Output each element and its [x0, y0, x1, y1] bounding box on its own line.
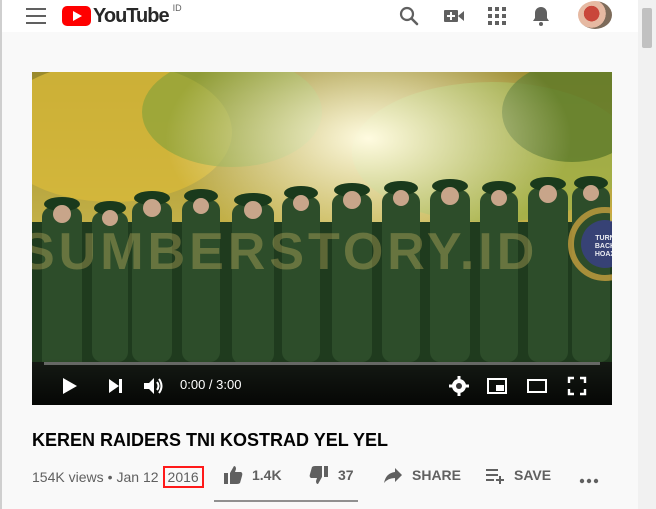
save-playlist-icon	[486, 469, 504, 484]
save-label: SAVE	[514, 467, 552, 483]
upload-year-highlighted: 2016	[162, 466, 204, 488]
like-ratio-bar	[214, 500, 358, 502]
miniplayer-icon[interactable]	[486, 375, 508, 397]
svg-text:BACK: BACK	[595, 243, 612, 250]
country-code: ID	[172, 3, 182, 13]
youtube-window: YouTube ID SUMBERSTORY.ID TURN BACK HOAX…	[0, 0, 656, 509]
volume-icon[interactable]	[142, 375, 164, 397]
turn-back-hoax-seal-logo: TURN BACK HOAX	[568, 207, 612, 281]
next-icon[interactable]	[104, 375, 126, 397]
svg-text:HOAX: HOAX	[595, 251, 612, 258]
fullscreen-icon[interactable]	[566, 375, 588, 397]
meta-separator: •	[107, 469, 113, 485]
like-count: 1.4K	[252, 467, 282, 483]
theater-mode-icon[interactable]	[526, 375, 548, 397]
apps-grid-icon[interactable]	[485, 4, 509, 28]
scrollbar[interactable]	[638, 0, 656, 509]
video-player[interactable]: SUMBERSTORY.ID TURN BACK HOAX 0:00 / 3:0…	[32, 72, 612, 405]
youtube-play-logo-icon	[62, 6, 91, 26]
save-button[interactable]: SAVE	[484, 464, 551, 486]
create-video-icon[interactable]	[442, 4, 466, 28]
like-ratio-fill	[214, 500, 321, 502]
play-icon[interactable]	[58, 375, 80, 397]
thumbs-down-icon	[309, 466, 328, 484]
more-actions-icon[interactable]	[578, 470, 600, 492]
settings-gear-icon[interactable]	[448, 375, 470, 397]
dislike-button[interactable]: 37	[308, 464, 354, 486]
progress-bar[interactable]	[44, 362, 600, 365]
svg-text:TURN: TURN	[595, 235, 612, 242]
avatar[interactable]	[578, 1, 612, 29]
video-meta: 154K views • Jan 12 2016	[32, 466, 204, 488]
youtube-logo[interactable]: YouTube ID	[62, 3, 182, 28]
logo-text: YouTube	[93, 4, 170, 27]
share-arrow-icon	[384, 468, 402, 483]
scrollbar-thumb[interactable]	[642, 8, 652, 48]
share-button[interactable]: SHARE	[382, 464, 461, 486]
menu-icon[interactable]	[26, 8, 46, 24]
view-count: 154K views	[32, 469, 104, 485]
thumbs-up-icon	[224, 466, 243, 484]
watermark-text: SUMBERSTORY.ID	[32, 223, 539, 281]
share-label: SHARE	[412, 467, 462, 483]
video-title: KEREN RAIDERS TNI KOSTRAD YEL YEL	[32, 430, 389, 450]
dislike-count: 37	[338, 467, 354, 483]
top-bar: YouTube ID	[2, 0, 638, 32]
player-controls: 0:00 / 3:00	[32, 359, 612, 405]
time-display: 0:00 / 3:00	[180, 377, 242, 392]
search-icon[interactable]	[397, 4, 421, 28]
notifications-bell-icon[interactable]	[529, 4, 553, 28]
upload-date: Jan 12	[116, 469, 159, 485]
like-button[interactable]: 1.4K	[222, 464, 282, 486]
